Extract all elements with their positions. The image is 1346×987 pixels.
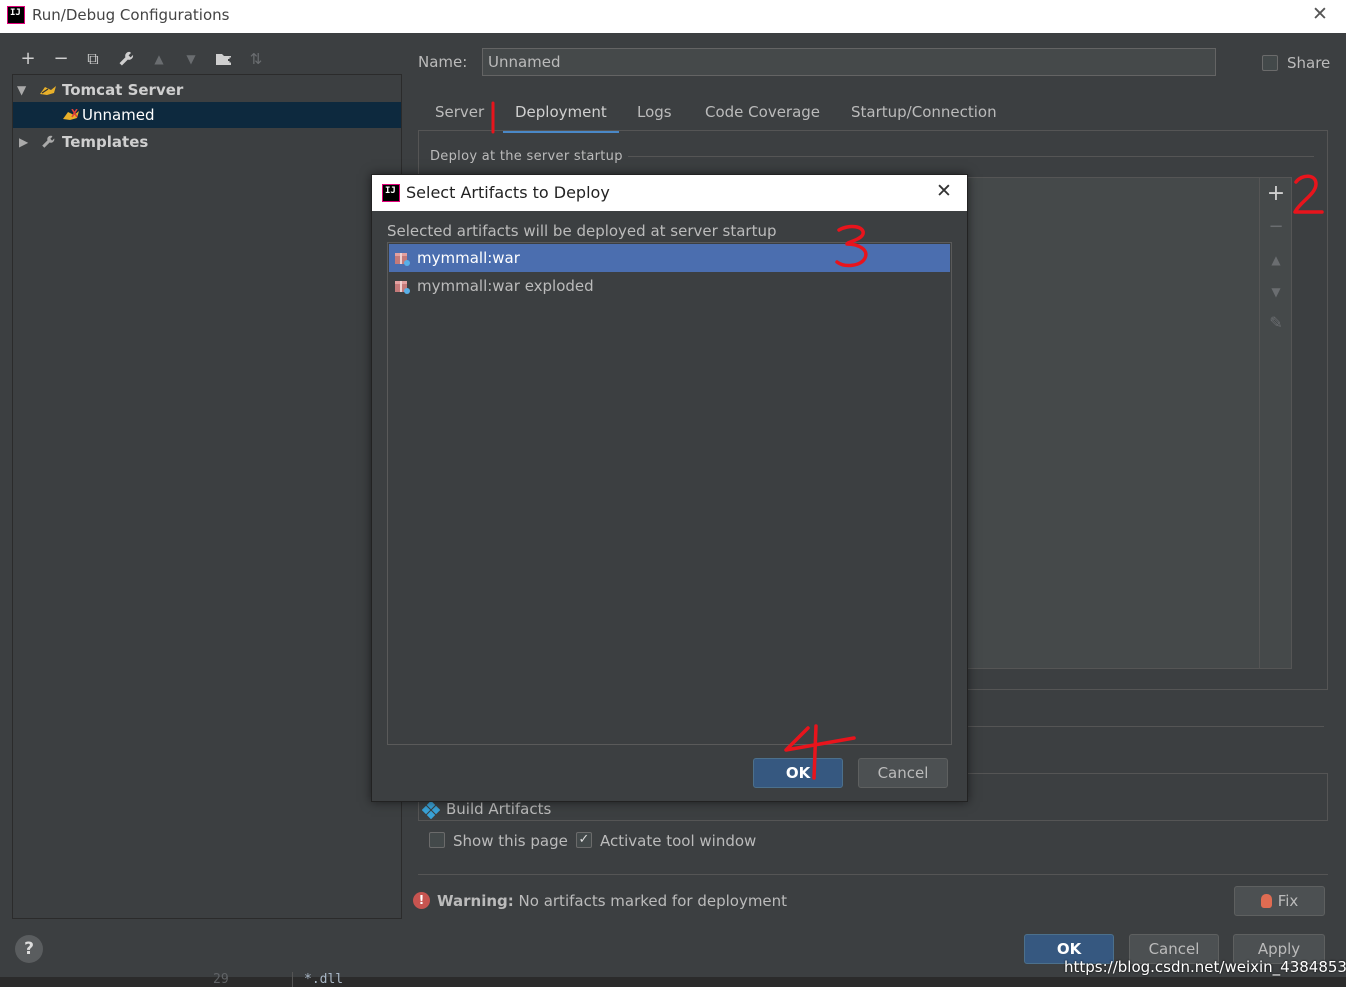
new-folder-button[interactable]: [211, 46, 237, 72]
fix-button-label: Fix: [1277, 892, 1299, 910]
show-this-page-label: Show this page: [453, 832, 568, 850]
artifact-list[interactable]: mymmall:war mymmall:war exploded: [387, 242, 952, 745]
deploy-section-title: Deploy at the server startup: [430, 149, 623, 164]
tree-item-unnamed[interactable]: Unnamed: [13, 102, 401, 128]
wrench-icon: [42, 135, 55, 148]
list-toolbar-divider: [1259, 178, 1260, 668]
intellij-app-icon: IJ: [7, 6, 25, 24]
watermark-url: https://blog.csdn.net/weixin_43848532: [1064, 958, 1346, 976]
move-artifact-down-button[interactable]: ▼: [1266, 282, 1286, 302]
tab-deployment[interactable]: Deployment: [503, 100, 619, 133]
warning-label: Warning:: [437, 892, 514, 910]
tree-item-templates[interactable]: ▶ Templates: [13, 129, 401, 155]
bulb-icon: [1260, 894, 1272, 908]
tree-item-tomcat-server[interactable]: ▼ Tomcat Server: [13, 77, 401, 103]
sort-button[interactable]: ⇅: [243, 46, 269, 72]
window-close-icon[interactable]: ✕: [1312, 3, 1328, 25]
background-code-line: *.dll: [304, 972, 344, 986]
name-input[interactable]: [482, 48, 1216, 76]
build-artifacts-label[interactable]: Build Artifacts: [446, 800, 551, 818]
artifact-label: mymmall:war exploded: [417, 277, 594, 295]
dialog-title: Select Artifacts to Deploy: [406, 183, 610, 202]
artifact-item-war-exploded[interactable]: mymmall:war exploded: [389, 272, 950, 300]
show-this-page-checkbox[interactable]: [429, 832, 445, 848]
dialog-ok-button[interactable]: OK: [753, 758, 843, 788]
add-artifact-button[interactable]: +: [1266, 183, 1286, 205]
section-divider: [418, 874, 1328, 875]
warning-message: Warning: No artifacts marked for deploym…: [437, 892, 787, 910]
copy-configuration-button[interactable]: ⧉: [80, 46, 106, 72]
tab-logs[interactable]: Logs: [637, 100, 672, 130]
add-configuration-button[interactable]: +: [15, 46, 41, 72]
background-line-number: 29: [213, 972, 229, 986]
background-editor-strip: [0, 977, 1346, 987]
collapsed-arrow-icon[interactable]: ▶: [19, 129, 28, 155]
move-down-button[interactable]: ▼: [178, 46, 204, 72]
dialog-close-icon[interactable]: ✕: [936, 180, 952, 202]
move-up-button[interactable]: ▲: [146, 46, 172, 72]
tree-item-label: Unnamed: [82, 106, 155, 124]
tab-startup-connection[interactable]: Startup/Connection: [851, 100, 997, 130]
expanded-arrow-icon[interactable]: ▼: [17, 77, 26, 103]
tree-item-label: Templates: [62, 133, 149, 151]
edit-defaults-wrench-button[interactable]: [113, 46, 139, 72]
tree-item-label: Tomcat Server: [62, 81, 184, 99]
dialog-cancel-button[interactable]: Cancel: [858, 758, 948, 788]
gutter-divider: [292, 972, 293, 987]
tomcat-icon: [40, 86, 56, 95]
share-checkbox[interactable]: [1262, 55, 1278, 71]
tomcat-config-icon: [63, 109, 79, 120]
move-artifact-up-button[interactable]: ▲: [1266, 250, 1286, 270]
build-artifacts-icon: [422, 801, 440, 819]
dialog-description: Selected artifacts will be deployed at s…: [387, 222, 777, 240]
share-label: Share: [1287, 54, 1331, 72]
deploy-artifact-list[interactable]: [966, 177, 1292, 669]
help-button[interactable]: ?: [15, 935, 43, 963]
window-title: Run/Debug Configurations: [32, 6, 230, 24]
section-divider: [960, 726, 1324, 727]
artifact-label: mymmall:war: [417, 249, 520, 267]
section-divider: [628, 156, 1314, 157]
remove-configuration-button[interactable]: −: [48, 46, 74, 72]
intellij-app-icon: IJ: [382, 184, 400, 202]
artifact-item-war[interactable]: mymmall:war: [389, 244, 950, 272]
activate-tool-window-label: Activate tool window: [600, 832, 757, 850]
tab-code-coverage[interactable]: Code Coverage: [705, 100, 820, 130]
fix-button[interactable]: Fix: [1234, 886, 1325, 916]
wrench-icon: [119, 51, 134, 66]
window-title-bar: IJ Run/Debug Configurations ✕: [0, 0, 1346, 33]
edit-artifact-button[interactable]: ✎: [1266, 313, 1286, 333]
artifact-icon: [395, 253, 410, 266]
warning-text: No artifacts marked for deployment: [513, 892, 788, 910]
tab-server[interactable]: Server: [435, 100, 484, 130]
activate-tool-window-checkbox[interactable]: ✓: [576, 832, 592, 848]
configuration-tree[interactable]: ▼ Tomcat Server Unnamed ▶ Templates: [12, 74, 402, 919]
name-label: Name:: [418, 53, 468, 71]
folder-add-icon: [216, 54, 233, 65]
dialog-title-bar: IJ Select Artifacts to Deploy ✕: [372, 175, 967, 211]
artifact-icon: [395, 281, 410, 294]
error-icon: !: [413, 892, 430, 909]
remove-artifact-button[interactable]: −: [1266, 217, 1286, 237]
